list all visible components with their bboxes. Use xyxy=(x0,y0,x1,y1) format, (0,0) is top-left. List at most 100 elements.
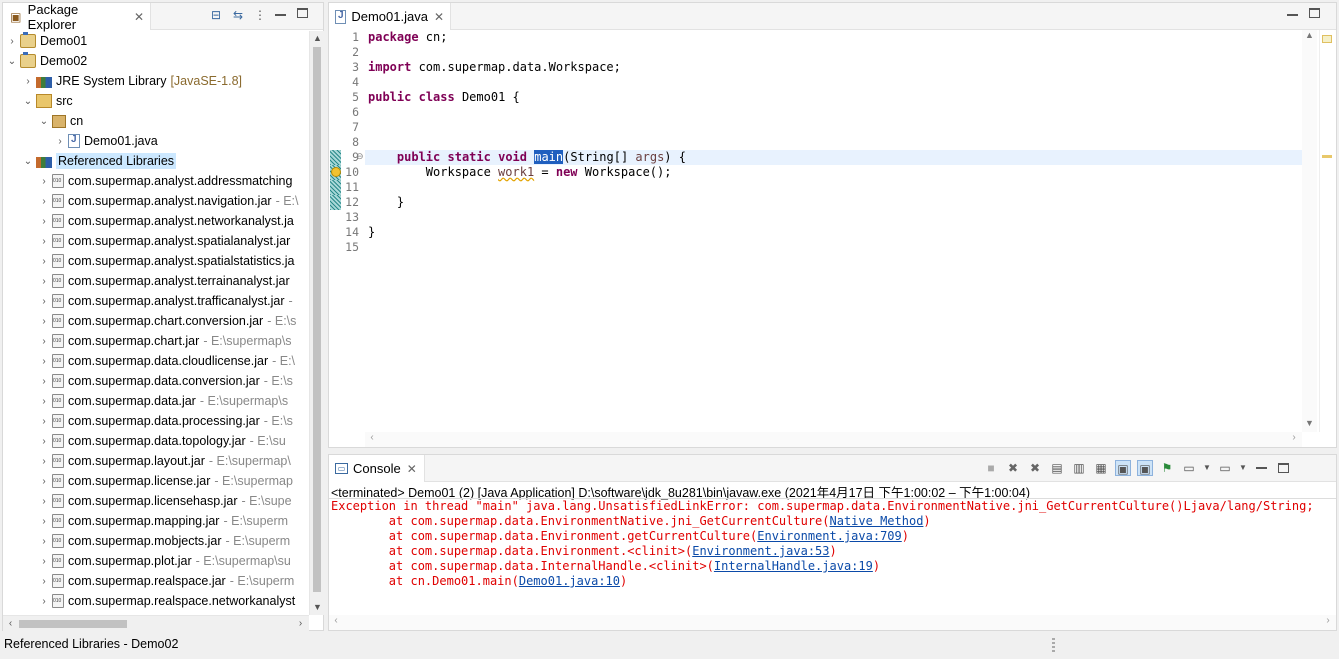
tree-item[interactable]: › com.supermap.license.jar- E:\supermap xyxy=(3,471,309,491)
collapse-all-icon[interactable]: ⊟ xyxy=(209,8,223,22)
close-icon[interactable]: ✕ xyxy=(434,10,444,24)
tree-item[interactable]: › com.supermap.plot.jar- E:\supermap\su xyxy=(3,551,309,571)
chevron-right-icon[interactable]: › xyxy=(39,356,49,367)
view-menu-icon[interactable]: ⋮ xyxy=(253,8,267,22)
chevron-right-icon[interactable]: › xyxy=(39,416,49,427)
tree-item[interactable]: › com.supermap.data.conversion.jar- E:\s xyxy=(3,371,309,391)
show-on-stdout-icon[interactable]: ▣ xyxy=(1115,460,1131,476)
tree-item[interactable]: › com.supermap.data.cloudlicense.jar- E:\ xyxy=(3,351,309,371)
chevron-right-icon[interactable]: › xyxy=(39,376,49,387)
tree-item[interactable]: › com.supermap.data.processing.jar- E:\s xyxy=(3,411,309,431)
tree-item[interactable]: › com.supermap.chart.jar- E:\supermap\s xyxy=(3,331,309,351)
tree-item[interactable]: ⌄ Referenced Libraries xyxy=(3,151,309,171)
scroll-lock-icon[interactable]: ▥ xyxy=(1071,460,1087,476)
chevron-right-icon[interactable]: › xyxy=(39,336,49,347)
remove-launch-icon[interactable]: ✖ xyxy=(1005,460,1021,476)
overview-ruler[interactable] xyxy=(1319,30,1336,432)
stack-trace-link[interactable]: Environment.java:709 xyxy=(757,529,902,543)
stack-trace-link[interactable]: Native Method xyxy=(830,514,924,528)
scroll-left-icon[interactable]: ‹ xyxy=(3,616,18,632)
chevron-down-icon[interactable]: ⌄ xyxy=(23,96,33,107)
chevron-right-icon[interactable]: › xyxy=(39,476,49,487)
vertical-scrollbar[interactable]: ▲ ▼ xyxy=(309,31,324,615)
chevron-right-icon[interactable]: › xyxy=(39,216,49,227)
minimize-icon[interactable] xyxy=(1287,8,1301,22)
link-with-editor-icon[interactable]: ⇆ xyxy=(231,8,245,22)
tree-item[interactable]: › com.supermap.analyst.networkanalyst.ja xyxy=(3,211,309,231)
tree-item[interactable]: › com.supermap.analyst.navigation.jar- E:… xyxy=(3,191,309,211)
scroll-down-icon[interactable]: ▼ xyxy=(1302,418,1317,432)
tree-item[interactable]: ⌄ cn xyxy=(3,111,309,131)
tree-item[interactable]: › com.supermap.layout.jar- E:\supermap\ xyxy=(3,451,309,471)
tab-console[interactable]: ▭ Console ✕ xyxy=(329,455,425,482)
maximize-icon[interactable] xyxy=(297,8,311,22)
tree-item[interactable]: › com.supermap.analyst.terrainanalyst.jar xyxy=(3,271,309,291)
tree-item[interactable]: › Demo01 xyxy=(3,31,309,51)
chevron-right-icon[interactable]: › xyxy=(23,76,33,87)
chevron-right-icon[interactable]: › xyxy=(39,316,49,327)
chevron-right-icon[interactable]: › xyxy=(55,136,65,147)
chevron-right-icon[interactable]: › xyxy=(39,536,49,547)
show-on-stderr-icon[interactable]: ▣ xyxy=(1137,460,1153,476)
fold-toggle-icon[interactable]: ⊖ xyxy=(356,151,364,162)
stack-trace-link[interactable]: Environment.java:53 xyxy=(692,544,829,558)
scroll-thumb[interactable] xyxy=(313,47,321,592)
scroll-left-icon[interactable]: ‹ xyxy=(365,432,379,447)
tree-item[interactable]: › com.supermap.mapping.jar- E:\superm xyxy=(3,511,309,531)
chevron-down-icon[interactable]: ▼ xyxy=(1203,460,1211,476)
chevron-right-icon[interactable]: › xyxy=(39,556,49,567)
tree-item[interactable]: ⌄ Demo02 xyxy=(3,51,309,71)
horizontal-scrollbar[interactable]: ‹ › xyxy=(3,615,309,631)
editor-vertical-scrollbar[interactable]: ▲ ▼ xyxy=(1302,30,1317,432)
tree-item[interactable]: › com.supermap.data.jar- E:\supermap\s xyxy=(3,391,309,411)
close-icon[interactable]: ✕ xyxy=(134,10,144,24)
tree-item[interactable]: › com.supermap.analyst.spatialanalyst.jar xyxy=(3,231,309,251)
pin-console-icon[interactable]: ⚑ xyxy=(1159,460,1175,476)
scroll-up-icon[interactable]: ▲ xyxy=(1302,30,1317,44)
maximize-icon[interactable] xyxy=(1309,8,1323,22)
tree-item[interactable]: › com.supermap.analyst.addressmatching xyxy=(3,171,309,191)
word-wrap-icon[interactable]: ▦ xyxy=(1093,460,1109,476)
chevron-down-icon[interactable]: ⌄ xyxy=(7,56,17,67)
code-area[interactable]: package cn; import com.supermap.data.Wor… xyxy=(365,30,1302,432)
tree-item[interactable]: › com.supermap.analyst.trafficanalyst.jar… xyxy=(3,291,309,311)
clear-console-icon[interactable]: ▤ xyxy=(1049,460,1065,476)
tree-item[interactable]: › com.supermap.realspace.jar- E:\superm xyxy=(3,571,309,591)
scroll-right-icon[interactable]: › xyxy=(1287,432,1301,447)
tab-package-explorer[interactable]: ▣ Package Explorer ✕ xyxy=(3,2,151,32)
chevron-right-icon[interactable]: › xyxy=(39,396,49,407)
maximize-icon[interactable] xyxy=(1275,460,1291,476)
display-selected-console-icon[interactable]: ▭ xyxy=(1181,460,1197,476)
tree-item[interactable]: › com.supermap.mobjects.jar- E:\superm xyxy=(3,531,309,551)
stack-trace-link[interactable]: InternalHandle.java:19 xyxy=(714,559,873,573)
chevron-right-icon[interactable]: › xyxy=(7,36,17,47)
chevron-right-icon[interactable]: › xyxy=(39,276,49,287)
stack-trace-link[interactable]: Demo01.java:10 xyxy=(519,574,620,588)
chevron-right-icon[interactable]: › xyxy=(39,576,49,587)
remove-all-terminated-icon[interactable]: ✖ xyxy=(1027,460,1043,476)
chevron-right-icon[interactable]: › xyxy=(39,256,49,267)
chevron-down-icon[interactable]: ⌄ xyxy=(23,156,33,167)
chevron-down-icon[interactable]: ⌄ xyxy=(39,116,49,127)
chevron-right-icon[interactable]: › xyxy=(39,596,49,607)
tree-item[interactable]: › com.supermap.data.topology.jar- E:\su xyxy=(3,431,309,451)
tree-item[interactable]: › Demo01.java xyxy=(3,131,309,151)
tree-item[interactable]: › com.supermap.licensehasp.jar- E:\supe xyxy=(3,491,309,511)
open-console-icon[interactable]: ▭ xyxy=(1217,460,1233,476)
scroll-thumb[interactable] xyxy=(19,620,127,628)
tree-item[interactable]: › com.supermap.analyst.spatialstatistics.… xyxy=(3,251,309,271)
scroll-down-icon[interactable]: ▼ xyxy=(310,600,325,615)
chevron-right-icon[interactable]: › xyxy=(39,236,49,247)
scroll-left-icon[interactable]: ‹ xyxy=(329,615,343,630)
warning-icon[interactable] xyxy=(331,167,341,177)
tree-item[interactable]: › com.supermap.realspace.networkanalyst xyxy=(3,591,309,611)
chevron-right-icon[interactable]: › xyxy=(39,176,49,187)
minimize-icon[interactable] xyxy=(275,8,289,22)
scroll-up-icon[interactable]: ▲ xyxy=(310,31,325,46)
chevron-right-icon[interactable]: › xyxy=(39,296,49,307)
chevron-right-icon[interactable]: › xyxy=(39,196,49,207)
chevron-down-icon[interactable]: ▼ xyxy=(1239,460,1247,476)
tree-item[interactable]: › JRE System Library [JavaSE-1.8] xyxy=(3,71,309,91)
close-icon[interactable]: ✕ xyxy=(407,462,417,476)
tab-demo01-java[interactable]: Demo01.java ✕ xyxy=(329,3,451,30)
